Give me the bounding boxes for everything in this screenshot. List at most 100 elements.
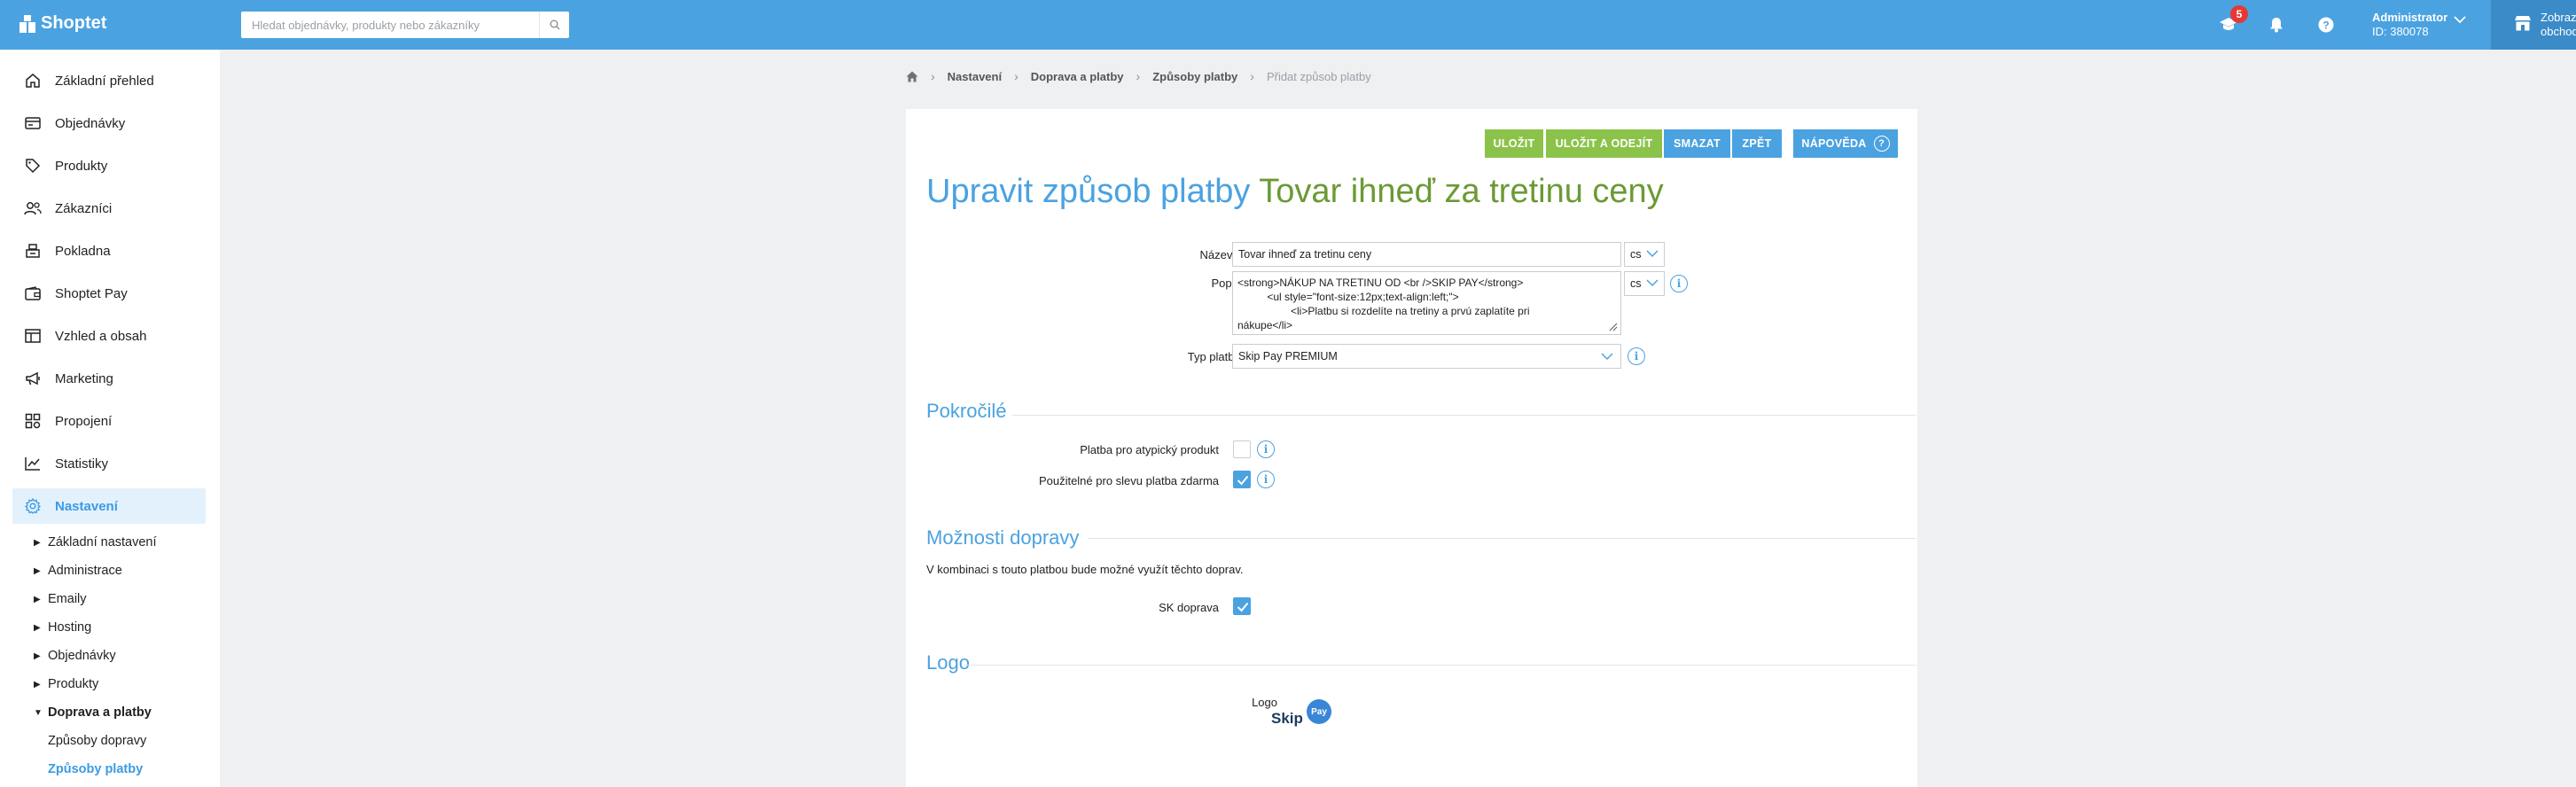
submenu-label: Emaily: [48, 592, 87, 606]
breadcrumb: › Nastavení › Doprava a platby › Způsoby…: [906, 69, 1371, 83]
chart-icon: [23, 454, 43, 473]
description-textarea[interactable]: <strong>NÁKUP NA TRETINU OD <br />SKIP P…: [1232, 271, 1621, 335]
notification-badge: 5: [2230, 5, 2248, 23]
submenu-orders[interactable]: ▶ Objednávky: [34, 643, 116, 668]
submenu-label: Objednávky: [48, 649, 116, 663]
sidebar-item-statistics[interactable]: Statistiky: [12, 446, 206, 481]
logo-text: Skip: [1271, 710, 1303, 727]
view-shop-button[interactable]: Zobraz obchod: [2491, 0, 2576, 50]
help-button[interactable]: ?: [2315, 14, 2337, 35]
orders-icon: [23, 113, 43, 133]
gear-icon: [23, 496, 43, 516]
info-icon[interactable]: i: [1670, 275, 1688, 292]
page-title-name: Tovar ihneď za tretinu ceny: [1259, 173, 1664, 210]
chevron-right-icon: ›: [931, 69, 935, 83]
submenu-shipping-methods[interactable]: Způsoby dopravy: [48, 729, 146, 753]
caret-right-icon: ▶: [34, 679, 41, 690]
shoptet-logo-icon: [20, 14, 35, 33]
save-button[interactable]: ULOŽIT: [1485, 129, 1543, 158]
resize-handle-icon[interactable]: [1609, 323, 1618, 331]
description-language-select[interactable]: cs: [1624, 271, 1665, 296]
atypical-product-label: Platba pro atypický produkt: [1080, 443, 1219, 456]
free-payment-checkbox[interactable]: [1233, 471, 1251, 488]
sidebar-item-label: Vzhled a obsah: [55, 328, 147, 344]
payment-type-select[interactable]: Skip Pay PREMIUM: [1232, 344, 1621, 369]
shipping-options-note: V kombinaci s touto platbou bude možné v…: [926, 563, 1244, 576]
sidebar-item-shoptet-pay[interactable]: Shoptet Pay: [12, 276, 206, 311]
breadcrumb-shipping-payments[interactable]: Doprava a platby: [1031, 70, 1124, 83]
chevron-right-icon: ›: [1014, 69, 1019, 83]
home-icon[interactable]: [906, 71, 918, 82]
checkmark-icon: [1237, 602, 1249, 612]
sidebar-item-label: Marketing: [55, 370, 113, 386]
atypical-product-checkbox[interactable]: [1233, 440, 1251, 458]
cash-register-icon: [23, 241, 43, 261]
name-input[interactable]: Tovar ihneď za tretinu ceny: [1232, 242, 1621, 267]
sidebar-item-marketing[interactable]: Marketing: [12, 361, 206, 396]
save-and-exit-button[interactable]: ULOŽIT A ODEJÍT: [1546, 129, 1662, 158]
info-icon[interactable]: i: [1628, 347, 1645, 365]
back-button[interactable]: ZPĚT: [1732, 129, 1782, 158]
sidebar-item-customers[interactable]: Zákazníci: [12, 191, 206, 226]
search-button[interactable]: [539, 12, 569, 38]
sk-shipping-label: SK doprava: [1159, 601, 1219, 614]
info-icon[interactable]: i: [1257, 440, 1275, 458]
language-value: cs: [1630, 277, 1642, 290]
svg-text:?: ?: [2322, 19, 2329, 32]
submenu-payment-methods[interactable]: Způsoby platby: [48, 757, 143, 782]
advanced-heading: Pokročilé: [926, 400, 1007, 422]
submenu-products[interactable]: ▶ Produkty: [34, 672, 98, 697]
sidebar-item-label: Statistiky: [55, 456, 109, 471]
sidebar-item-orders[interactable]: Objednávky: [12, 105, 206, 141]
sidebar-item-pos[interactable]: Pokladna: [12, 233, 206, 269]
breadcrumb-current: Přidat způsob platby: [1266, 69, 1371, 83]
payment-type-value: Skip Pay PREMIUM: [1238, 350, 1338, 362]
integrations-icon: [23, 411, 43, 431]
sk-shipping-checkbox[interactable]: [1233, 597, 1251, 615]
checkmark-icon: [1237, 475, 1249, 486]
free-payment-label: Použitelné pro slevu platba zdarma: [1038, 474, 1219, 487]
breadcrumb-settings[interactable]: Nastavení: [948, 70, 1002, 83]
store-icon: [2515, 16, 2531, 31]
shipping-options-heading: Možnosti dopravy: [926, 526, 1080, 549]
top-bar: Shoptet 5 ? Administrator ID: 380078 Zob…: [0, 0, 2576, 50]
skip-pay-logo: Skip Pay: [1271, 697, 1342, 729]
sidebar-item-label: Propojení: [55, 413, 113, 429]
delete-button[interactable]: SMAZAT: [1664, 129, 1730, 158]
global-search: [241, 12, 569, 38]
sidebar-item-settings[interactable]: Nastavení: [12, 488, 206, 524]
sidebar-item-appearance[interactable]: Vzhled a obsah: [12, 318, 206, 354]
notifications-button[interactable]: [2266, 14, 2287, 35]
bell-icon: [2270, 18, 2283, 33]
sidebar-item-label: Shoptet Pay: [55, 285, 128, 301]
question-icon: ?: [1873, 136, 1890, 152]
breadcrumb-payment-methods[interactable]: Způsoby platby: [1152, 70, 1237, 83]
submenu-administration[interactable]: ▶ Administrace: [34, 558, 122, 583]
help-doc-button[interactable]: NÁPOVĚDA ?: [1793, 129, 1898, 158]
sidebar-item-integrations[interactable]: Propojení: [12, 403, 206, 439]
chevron-right-icon: ›: [1250, 69, 1254, 83]
submenu-shipping-payments[interactable]: ▼ Doprava a platby: [34, 700, 152, 725]
sidebar-item-products[interactable]: Produkty: [12, 148, 206, 183]
admin-account[interactable]: Administrator ID: 380078: [2372, 11, 2447, 39]
wallet-icon: [23, 284, 43, 303]
academy-button[interactable]: 5: [2218, 5, 2248, 35]
caret-right-icon: ▶: [34, 594, 41, 604]
sidebar: Základní přehled Objednávky Produkty Zák…: [0, 50, 220, 787]
caret-right-icon: ▶: [34, 622, 41, 633]
submenu-emails[interactable]: ▶ Emaily: [34, 587, 87, 612]
submenu-label: Základní nastavení: [48, 535, 157, 549]
info-icon[interactable]: i: [1257, 471, 1275, 488]
search-icon: [550, 19, 559, 30]
submenu-label: Způsoby platby: [48, 762, 144, 776]
page-title-prefix: Upravit způsob platby: [926, 173, 1251, 210]
submenu-basic-settings[interactable]: ▶ Základní nastavení: [34, 530, 157, 555]
help-doc-label: NÁPOVĚDA: [1801, 137, 1867, 150]
name-language-select[interactable]: cs: [1624, 242, 1665, 267]
chevron-down-icon[interactable]: [2454, 16, 2466, 24]
brand-logo[interactable]: Shoptet: [20, 13, 106, 34]
caret-right-icon: ▶: [34, 651, 41, 661]
submenu-hosting[interactable]: ▶ Hosting: [34, 615, 91, 640]
search-input[interactable]: [241, 12, 539, 38]
sidebar-item-overview[interactable]: Základní přehled: [12, 63, 206, 98]
